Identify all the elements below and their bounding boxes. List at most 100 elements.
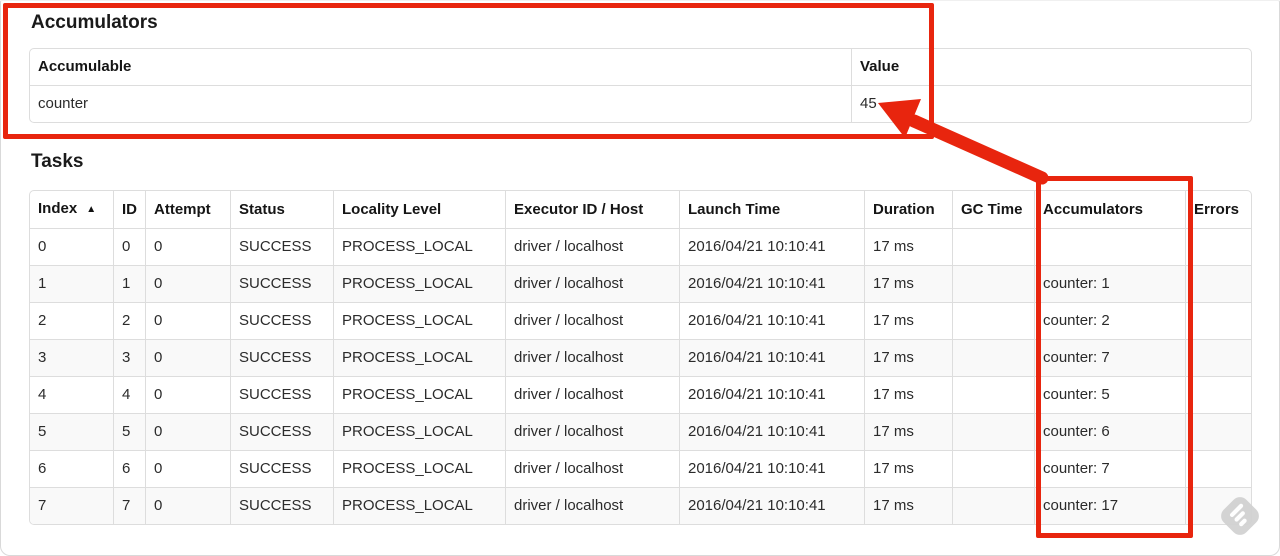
status-cell: SUCCESS: [230, 265, 333, 302]
table-row: 4 4 0 SUCCESS PROCESS_LOCAL driver / loc…: [30, 376, 1251, 413]
launch-time-cell: 2016/04/21 10:10:41: [679, 265, 864, 302]
column-header-value[interactable]: Value: [851, 49, 1251, 85]
locality-level-cell: PROCESS_LOCAL: [333, 228, 505, 265]
gc-time-cell: [952, 339, 1034, 376]
table-row: 2 2 0 SUCCESS PROCESS_LOCAL driver / loc…: [30, 302, 1251, 339]
locality-level-cell: PROCESS_LOCAL: [333, 376, 505, 413]
gc-time-cell: [952, 413, 1034, 450]
accumulators-cell: counter: 2: [1034, 302, 1185, 339]
column-header-launch-time[interactable]: Launch Time: [679, 191, 864, 228]
accumulators-cell: counter: 1: [1034, 265, 1185, 302]
executor-id-host-cell: driver / localhost: [505, 302, 679, 339]
id-cell: 1: [113, 265, 145, 302]
column-header-duration[interactable]: Duration: [864, 191, 952, 228]
index-cell: 3: [30, 339, 113, 376]
index-header-label: Index: [38, 200, 78, 217]
column-header-locality-level[interactable]: Locality Level: [333, 191, 505, 228]
accumulators-cell: counter: 17: [1034, 487, 1185, 524]
status-cell: SUCCESS: [230, 413, 333, 450]
watermark-icon: [1221, 497, 1259, 535]
duration-cell: 17 ms: [864, 339, 952, 376]
id-cell: 5: [113, 413, 145, 450]
column-header-index[interactable]: Index ▲: [30, 191, 113, 228]
locality-level-cell: PROCESS_LOCAL: [333, 302, 505, 339]
duration-cell: 17 ms: [864, 376, 952, 413]
table-row: 3 3 0 SUCCESS PROCESS_LOCAL driver / loc…: [30, 339, 1251, 376]
duration-cell: 17 ms: [864, 265, 952, 302]
gc-time-cell: [952, 450, 1034, 487]
locality-level-cell: PROCESS_LOCAL: [333, 413, 505, 450]
column-header-executor-id-host[interactable]: Executor ID / Host: [505, 191, 679, 228]
accumulators-cell: counter: 6: [1034, 413, 1185, 450]
locality-level-cell: PROCESS_LOCAL: [333, 265, 505, 302]
executor-id-host-cell: driver / localhost: [505, 376, 679, 413]
gc-time-cell: [952, 487, 1034, 524]
attempt-cell: 0: [145, 487, 230, 524]
gc-time-cell: [952, 265, 1034, 302]
column-header-attempt[interactable]: Attempt: [145, 191, 230, 228]
locality-level-cell: PROCESS_LOCAL: [333, 339, 505, 376]
gc-time-cell: [952, 228, 1034, 265]
column-header-accumulators[interactable]: Accumulators: [1034, 191, 1185, 228]
duration-cell: 17 ms: [864, 450, 952, 487]
spark-ui-page: Accumulators Accumulable Value counter 4…: [0, 0, 1280, 556]
launch-time-cell: 2016/04/21 10:10:41: [679, 339, 864, 376]
attempt-cell: 0: [145, 413, 230, 450]
index-cell: 6: [30, 450, 113, 487]
accumulable-name-cell: counter: [30, 85, 851, 122]
index-cell: 0: [30, 228, 113, 265]
executor-id-host-cell: driver / localhost: [505, 228, 679, 265]
errors-cell: [1185, 265, 1251, 302]
executor-id-host-cell: driver / localhost: [505, 450, 679, 487]
errors-cell: [1185, 228, 1251, 265]
launch-time-cell: 2016/04/21 10:10:41: [679, 450, 864, 487]
locality-level-cell: PROCESS_LOCAL: [333, 487, 505, 524]
accumulators-cell: counter: 5: [1034, 376, 1185, 413]
id-cell: 6: [113, 450, 145, 487]
launch-time-cell: 2016/04/21 10:10:41: [679, 302, 864, 339]
column-header-status[interactable]: Status: [230, 191, 333, 228]
accumulators-cell: counter: 7: [1034, 450, 1185, 487]
attempt-cell: 0: [145, 265, 230, 302]
accumulable-table-header-row: Accumulable Value: [30, 49, 1251, 85]
index-cell: 5: [30, 413, 113, 450]
errors-cell: [1185, 302, 1251, 339]
tasks-table: Index ▲ ID Attempt Status Locality Level …: [29, 190, 1252, 525]
id-cell: 4: [113, 376, 145, 413]
errors-cell: [1185, 450, 1251, 487]
duration-cell: 17 ms: [864, 487, 952, 524]
index-cell: 2: [30, 302, 113, 339]
id-cell: 2: [113, 302, 145, 339]
table-row: 0 0 0 SUCCESS PROCESS_LOCAL driver / loc…: [30, 228, 1251, 265]
table-row: 6 6 0 SUCCESS PROCESS_LOCAL driver / loc…: [30, 450, 1251, 487]
page-content: Accumulators Accumulable Value counter 4…: [29, 1, 1252, 525]
duration-cell: 17 ms: [864, 413, 952, 450]
accumulators-section-title: Accumulators: [31, 12, 158, 33]
column-header-errors[interactable]: Errors: [1185, 191, 1251, 228]
accumulable-table: Accumulable Value counter 45: [29, 48, 1252, 123]
launch-time-cell: 2016/04/21 10:10:41: [679, 413, 864, 450]
status-cell: SUCCESS: [230, 228, 333, 265]
launch-time-cell: 2016/04/21 10:10:41: [679, 487, 864, 524]
index-cell: 4: [30, 376, 113, 413]
executor-id-host-cell: driver / localhost: [505, 339, 679, 376]
id-cell: 3: [113, 339, 145, 376]
gc-time-cell: [952, 376, 1034, 413]
executor-id-host-cell: driver / localhost: [505, 487, 679, 524]
executor-id-host-cell: driver / localhost: [505, 413, 679, 450]
attempt-cell: 0: [145, 376, 230, 413]
column-header-id[interactable]: ID: [113, 191, 145, 228]
status-cell: SUCCESS: [230, 487, 333, 524]
locality-level-cell: PROCESS_LOCAL: [333, 450, 505, 487]
column-header-accumulable[interactable]: Accumulable: [30, 49, 851, 85]
errors-cell: [1185, 376, 1251, 413]
attempt-cell: 0: [145, 228, 230, 265]
id-cell: 0: [113, 228, 145, 265]
launch-time-cell: 2016/04/21 10:10:41: [679, 376, 864, 413]
column-header-gc-time[interactable]: GC Time: [952, 191, 1034, 228]
attempt-cell: 0: [145, 450, 230, 487]
tasks-section-title: Tasks: [31, 151, 84, 172]
table-row: 1 1 0 SUCCESS PROCESS_LOCAL driver / loc…: [30, 265, 1251, 302]
errors-cell: [1185, 339, 1251, 376]
status-cell: SUCCESS: [230, 376, 333, 413]
